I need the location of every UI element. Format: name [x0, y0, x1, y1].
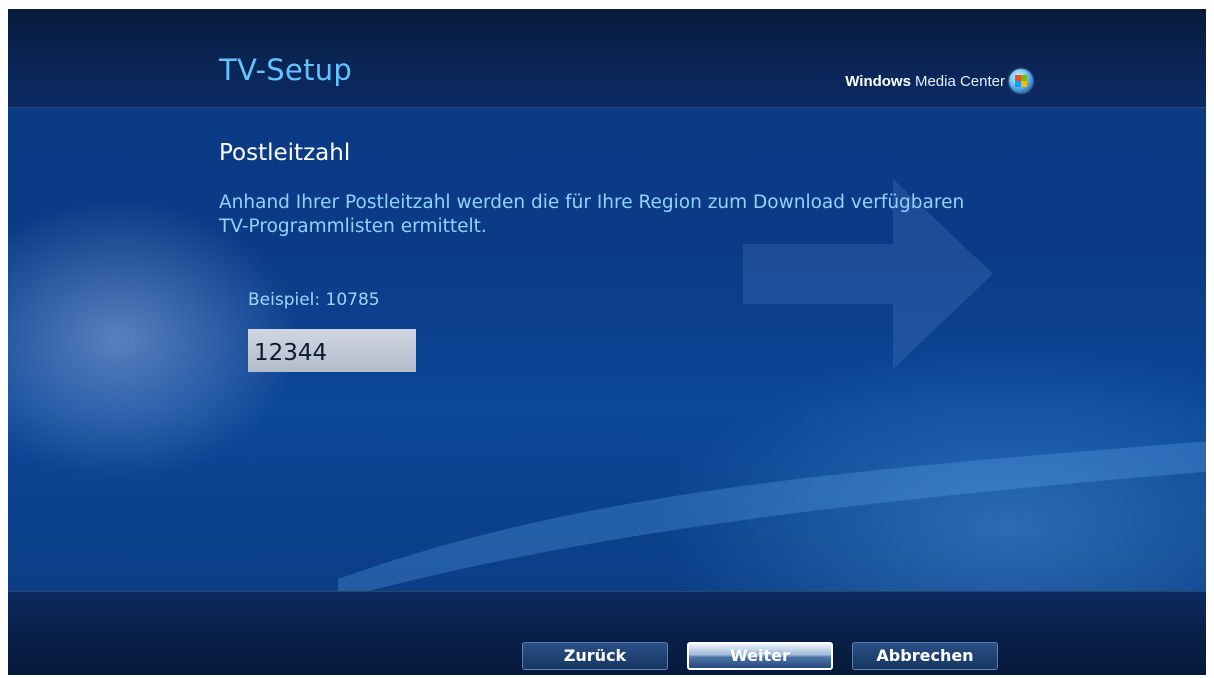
postal-code-input[interactable]: [248, 329, 416, 372]
description-text: Anhand Ihrer Postleitzahl werden die für…: [219, 192, 965, 237]
back-button[interactable]: Zurück: [522, 642, 668, 670]
windows-media-center-brand: Windows Media Center: [845, 69, 1033, 93]
example-label: Beispiel: 10785: [248, 290, 380, 310]
windows-orb-icon: [1009, 69, 1033, 93]
next-button[interactable]: Weiter: [687, 642, 833, 670]
media-center-screen: TV-Setup Windows Media Center Postleitza…: [8, 9, 1206, 675]
brand-name-light: Media Center: [914, 72, 1005, 90]
brand-name-strong: Windows: [845, 72, 911, 90]
footer-bar: Zurück Weiter Abbrechen: [8, 591, 1206, 675]
section-title: Postleitzahl: [219, 140, 351, 166]
page-title: TV-Setup: [219, 53, 353, 87]
header-bar: TV-Setup Windows Media Center: [8, 9, 1206, 108]
cancel-button[interactable]: Abbrechen: [852, 642, 998, 670]
light-streak-decoration: [338, 441, 1206, 599]
